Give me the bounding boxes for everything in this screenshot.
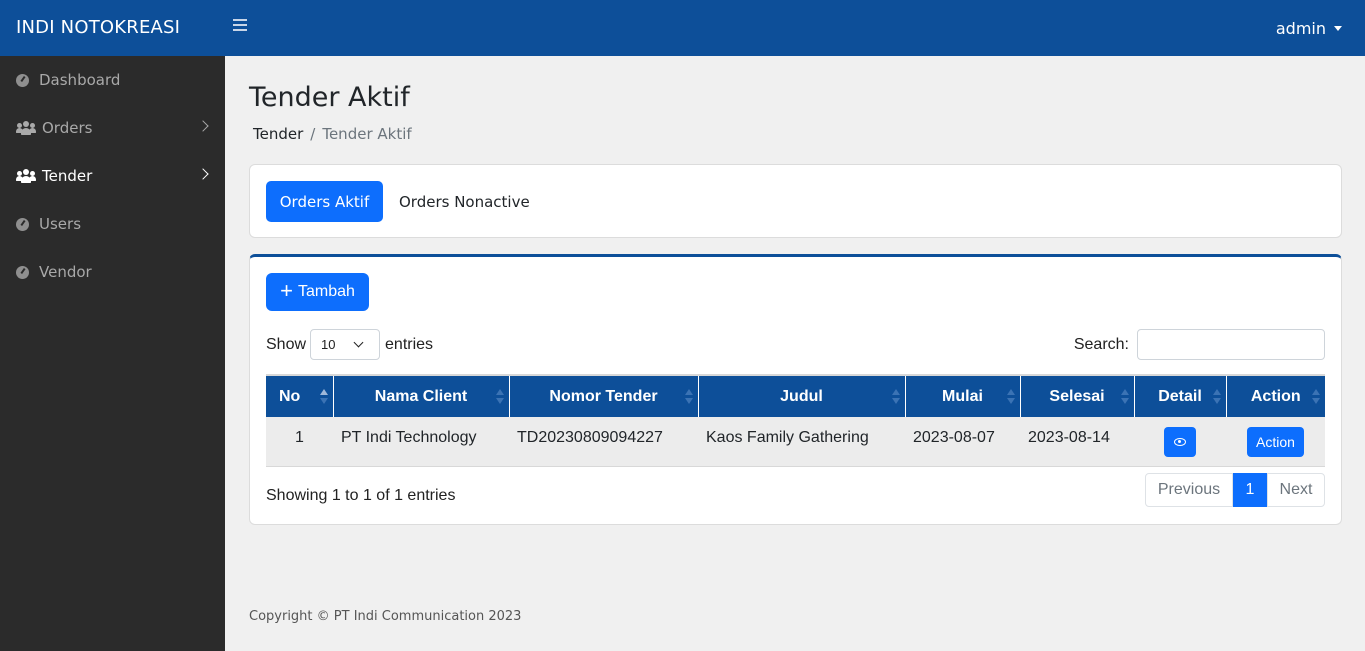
chevron-right-icon [197,120,209,132]
sidebar-item-label: Tender [42,167,93,185]
column-header-judul[interactable]: Judul [698,374,906,417]
column-header-action[interactable]: Action [1226,374,1325,417]
sidebar-item-users[interactable]: Users [0,200,225,248]
sidebar-item-orders[interactable]: Orders [0,104,225,152]
cell-no: 1 [266,417,333,467]
brand-title[interactable]: INDI NOTOKREASI [16,17,180,38]
users-icon [16,168,36,184]
entries-label: entries [385,335,434,353]
eye-icon [1174,438,1186,446]
cell-action: Action [1226,417,1325,467]
tender-table: No Nama Client Nomor Tender Judul Mulai … [266,374,1325,467]
plus-icon: + [280,278,293,303]
sort-icon [891,389,900,405]
sidebar-item-vendor[interactable]: Vendor [0,248,225,296]
pagination-next[interactable]: Next [1267,473,1325,507]
cell-detail [1134,417,1226,467]
caret-down-icon [1334,26,1342,31]
search-input[interactable] [1137,329,1325,360]
pagination: Previous 1 Next [1145,473,1325,507]
search-label: Search: [1073,335,1129,353]
sort-icon [1312,389,1320,405]
page-length-control: Show 10 entries [266,329,433,360]
dashboard-icon [16,264,32,280]
sort-icon [1006,389,1015,405]
tab-orders-nonactive[interactable]: Orders Nonactive [399,193,530,211]
dashboard-icon [16,216,32,232]
sidebar-item-tender[interactable]: Tender [0,152,225,200]
sort-icon [495,389,504,405]
add-button[interactable]: + Tambah [266,273,369,311]
table-info: Showing 1 to 1 of 1 entries [266,487,456,504]
cell-nomor-tender: TD20230809094227 [509,417,698,467]
sort-icon [1120,389,1129,405]
action-button[interactable]: Action [1247,427,1304,457]
chevron-right-icon [197,168,209,180]
sidebar-item-dashboard[interactable]: Dashboard [0,56,225,104]
sidebar-item-label: Vendor [39,263,92,281]
user-menu[interactable]: admin [1276,19,1342,38]
add-button-label: Tambah [297,283,355,300]
cell-client: PT Indi Technology [333,417,509,467]
chevron-down-icon [353,337,364,348]
users-icon [16,120,36,136]
footer-copyright: Copyright © PT Indi Communication 2023 [249,609,522,624]
sidebar-toggle-icon[interactable] [233,19,247,37]
user-name: admin [1275,19,1326,38]
sort-asc-icon [319,389,328,405]
top-navbar: INDI NOTOKREASI admin [0,0,1365,56]
sort-icon [1212,389,1221,405]
page-title: Tender Aktif [249,82,410,113]
sidebar-item-label: Orders [42,119,93,137]
breadcrumb-current: Tender Aktif [322,125,412,143]
cell-mulai: 2023-08-07 [905,417,1020,467]
column-header-detail[interactable]: Detail [1134,374,1227,417]
cell-selesai: 2023-08-14 [1020,417,1134,467]
column-header-selesai[interactable]: Selesai [1020,374,1135,417]
column-header-nomor-tender[interactable]: Nomor Tender [509,374,699,417]
pagination-previous[interactable]: Previous [1145,473,1233,507]
show-label: Show [266,335,307,353]
table-row: 1 PT Indi Technology TD20230809094227 Ka… [266,417,1325,467]
breadcrumb-link-tender[interactable]: Tender [253,125,303,143]
column-header-no[interactable]: No [266,374,334,417]
sidebar-item-label: Users [39,215,82,233]
table-header-row: No Nama Client Nomor Tender Judul Mulai … [266,374,1325,417]
page-length-select[interactable]: 10 [310,329,381,360]
dashboard-icon [16,72,32,88]
breadcrumb-separator: / [310,125,316,143]
page-length-value: 10 [321,337,336,352]
sidebar: Dashboard Orders Tender Users Vendor [0,56,225,651]
tabs-card: Orders Aktif Orders Nonactive [249,164,1342,238]
column-header-nama-client[interactable]: Nama Client [333,374,510,417]
sort-icon [684,389,693,405]
tab-orders-aktif[interactable]: Orders Aktif [266,181,383,222]
breadcrumb: Tender / Tender Aktif [253,125,412,143]
pagination-page-1[interactable]: 1 [1233,473,1267,507]
tender-table-card: + Tambah Show 10 entries Search: No Nama … [249,254,1342,525]
search-control: Search: [1074,329,1325,360]
detail-button[interactable] [1164,427,1196,457]
sidebar-item-label: Dashboard [39,71,121,89]
cell-judul: Kaos Family Gathering [698,417,905,467]
column-header-mulai[interactable]: Mulai [905,374,1021,417]
